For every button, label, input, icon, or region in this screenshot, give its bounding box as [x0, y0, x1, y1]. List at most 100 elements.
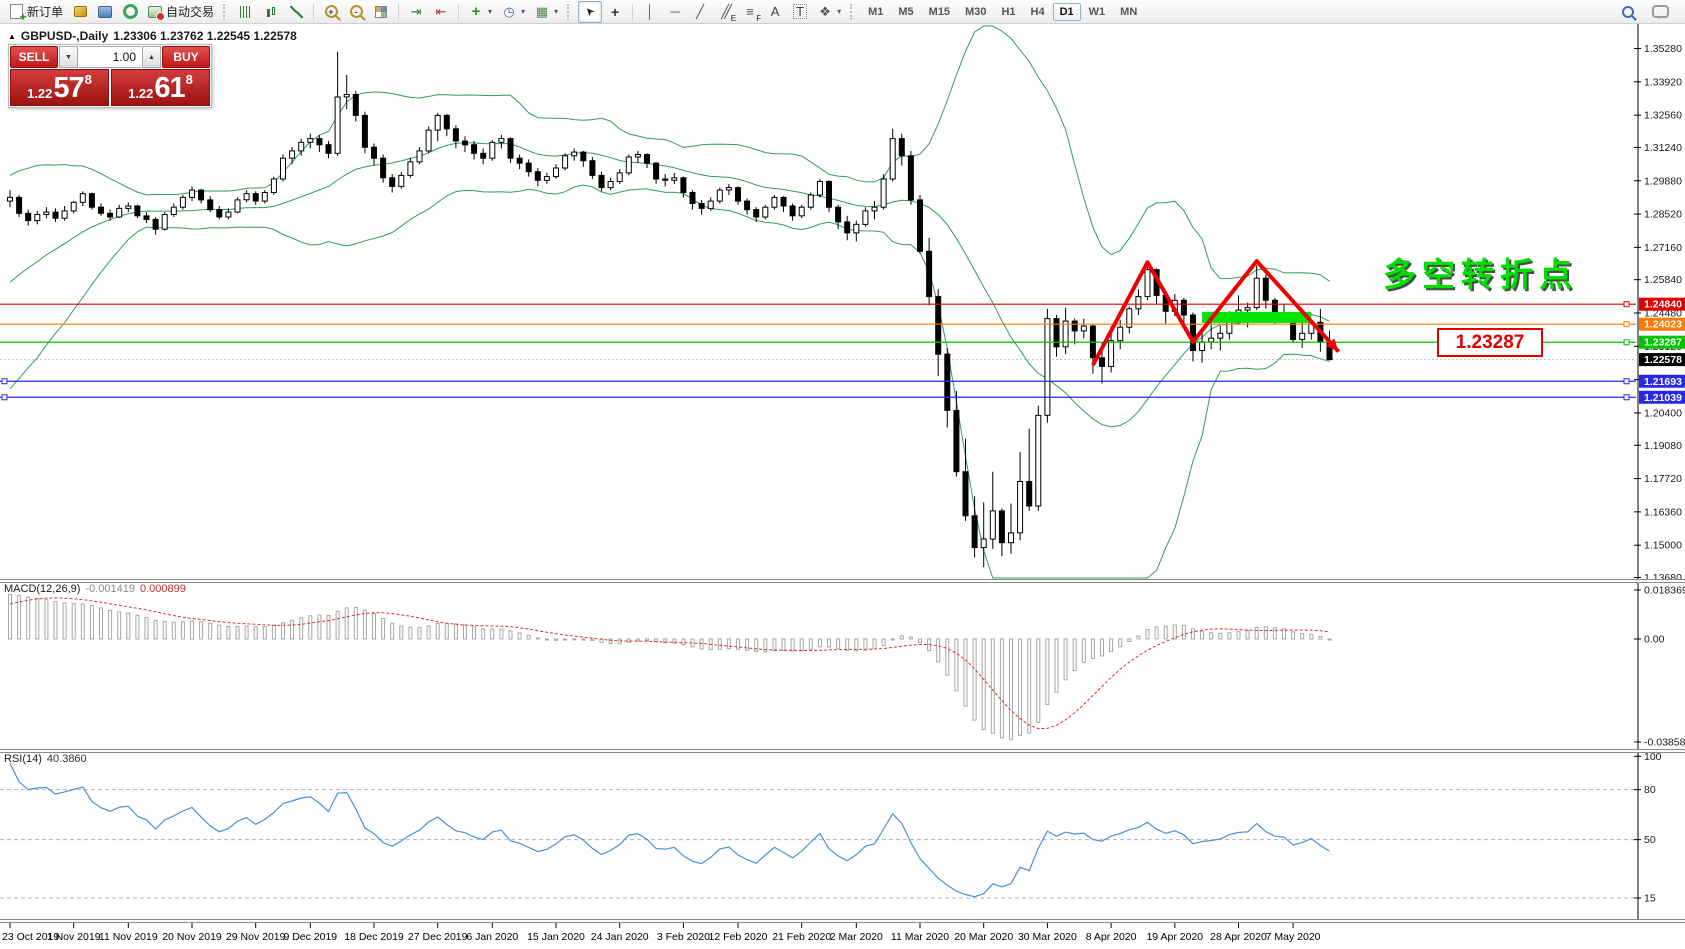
hline-handle[interactable]	[2, 379, 7, 384]
price-tick-label: 1.29880	[1644, 175, 1682, 187]
timeframe-d1[interactable]: D1	[1053, 3, 1081, 21]
collapse-icon[interactable]: ▲	[8, 32, 16, 41]
chart-title: ▲ GBPUSD-,Daily 1.23306 1.23762 1.22545 …	[8, 29, 297, 43]
rsi-tick-label: 15	[1644, 892, 1656, 904]
turning-point-annotation[interactable]: 多空转折点	[1383, 248, 1578, 296]
equidistant-channel-icon: ╱E	[717, 4, 733, 20]
chat-icon[interactable]	[1648, 1, 1673, 23]
hline-handle[interactable]	[1624, 302, 1629, 307]
sell-price-button[interactable]: 1.22 57 8	[10, 69, 109, 106]
price-callout-box[interactable]: 1.23287	[1437, 328, 1543, 357]
price-tag-1.23287-text: 1.23287	[1644, 337, 1682, 349]
horizontal-line-icon: ─	[667, 4, 683, 20]
chevron-down-icon[interactable]: ▾	[554, 7, 558, 16]
macd-signal-line	[10, 598, 1330, 729]
price-tick-label: 1.27160	[1644, 242, 1682, 254]
templates-icon: ▦	[534, 4, 550, 20]
fibonacci-button[interactable]: ≡F	[738, 1, 762, 23]
horizontal-line-button[interactable]: ─	[663, 1, 687, 23]
candlestick-chart-button[interactable]	[259, 1, 283, 23]
date-label: 8 Apr 2020	[1086, 931, 1137, 943]
hline-handle[interactable]	[1624, 395, 1629, 400]
line-chart-button[interactable]	[284, 1, 308, 23]
rsi-pane-splitter[interactable]	[0, 749, 1685, 753]
bar-chart-button[interactable]	[234, 1, 258, 23]
periods-button[interactable]: ◷▾	[497, 1, 529, 23]
text-button[interactable]: A	[763, 1, 787, 23]
crosshair-button[interactable]: +	[603, 1, 627, 23]
fibonacci-icon: ≡F	[742, 4, 758, 20]
macd-tick-label: 0.00	[1644, 634, 1665, 646]
price-tick-label: 1.25840	[1644, 274, 1682, 286]
hline-handle[interactable]	[2, 395, 7, 400]
hline-handle[interactable]	[1624, 322, 1629, 327]
timeframe-m15[interactable]: M15	[922, 3, 957, 21]
price-tick-label: 1.32560	[1644, 110, 1682, 122]
mt4-window: 1.352801.339201.325601.312401.298801.285…	[0, 0, 1685, 949]
chart-shift-button[interactable]: ⇤	[429, 1, 453, 23]
chart-profile-icon[interactable]	[68, 1, 92, 23]
bollinger-bands	[10, 26, 1330, 578]
buy-price-button[interactable]: 1.22 61 8	[111, 69, 210, 106]
new-order-button[interactable]: 新订单	[4, 1, 67, 23]
arrows-icon: ❖	[817, 4, 833, 20]
sell-button[interactable]: SELL	[10, 46, 58, 68]
timeframe-w1[interactable]: W1	[1082, 3, 1113, 21]
tile-windows-button[interactable]	[369, 1, 393, 23]
periods-icon: ◷	[501, 4, 517, 20]
auto-scroll-icon: ⇥	[408, 4, 424, 20]
main-toolbar: 新订单自动交易+-⇥⇤+▾◷▾▦▾➤+│─╱╱E≡FAT❖▾M1M5M15M30…	[0, 0, 1685, 24]
arrows-button[interactable]: ❖▾	[813, 1, 845, 23]
price-tag-1.24840-text: 1.24840	[1644, 299, 1682, 311]
date-label: 21 Feb 2020	[772, 931, 831, 943]
timeframe-m30[interactable]: M30	[958, 3, 993, 21]
search-icon[interactable]	[1618, 1, 1638, 23]
macd-histogram	[9, 595, 1332, 740]
date-label: 27 Dec 2019	[408, 931, 468, 943]
text-label-button[interactable]: T	[788, 1, 812, 23]
trendline-button[interactable]: ╱	[688, 1, 712, 23]
price-tick-label: 1.20400	[1644, 407, 1682, 419]
timeframe-m1[interactable]: M1	[861, 3, 890, 21]
volume-up-stepper[interactable]: ▲	[142, 46, 161, 68]
auto-scroll-button[interactable]: ⇥	[404, 1, 428, 23]
templates-button[interactable]: ▦▾	[530, 1, 562, 23]
hline-handle[interactable]	[1624, 379, 1629, 384]
zoom-out-button[interactable]: -	[344, 1, 368, 23]
date-label: 11 Mar 2020	[891, 931, 949, 943]
timeframe-m5[interactable]: M5	[891, 3, 920, 21]
buy-button[interactable]: BUY	[162, 46, 210, 68]
date-label: 2 Mar 2020	[830, 931, 883, 943]
volume-down-stepper[interactable]: ▼	[59, 46, 78, 68]
chevron-down-icon[interactable]: ▾	[488, 7, 492, 16]
price-chart-svg[interactable]: 1.352801.339201.325601.312401.298801.285…	[0, 0, 1685, 949]
volume-field[interactable]: 1.00	[79, 46, 141, 68]
sell-price-prefix: 1.22	[27, 84, 52, 103]
vertical-line-button[interactable]: │	[638, 1, 662, 23]
macd-pane-splitter[interactable]	[0, 579, 1685, 583]
date-label: 15 Jan 2020	[527, 931, 585, 943]
price-tick-label: 1.17720	[1644, 473, 1682, 485]
timeframe-mn[interactable]: MN	[1113, 3, 1144, 21]
chevron-down-icon[interactable]: ▾	[521, 7, 525, 16]
support-highlight-bar[interactable]	[1202, 312, 1311, 323]
indicators-button[interactable]: +▾	[464, 1, 496, 23]
rsi-tick-label: 50	[1644, 834, 1656, 846]
terminal-icon[interactable]	[93, 1, 117, 23]
ohlc-values: 1.23306 1.23762 1.22545 1.22578	[113, 29, 297, 43]
hline-handle[interactable]	[1624, 340, 1629, 345]
chart-profile-icon-icon	[72, 4, 88, 20]
price-tick-label: 1.33920	[1644, 76, 1682, 88]
zoom-in-button[interactable]: +	[319, 1, 343, 23]
cursor-button[interactable]: ➤	[578, 1, 602, 23]
timeframe-h1[interactable]: H1	[994, 3, 1022, 21]
equidistant-channel-button[interactable]: ╱E	[713, 1, 737, 23]
chart-canvas[interactable]: 1.352801.339201.325601.312401.298801.285…	[0, 0, 1685, 949]
date-label: 30 Mar 2020	[1018, 931, 1077, 943]
date-label: 12 Feb 2020	[709, 931, 768, 943]
chart-shift-icon: ⇤	[433, 4, 449, 20]
timeframe-h4[interactable]: H4	[1024, 3, 1052, 21]
signals-icon[interactable]	[118, 1, 142, 23]
autotrading-button[interactable]: 自动交易	[143, 1, 218, 23]
chevron-down-icon[interactable]: ▾	[837, 7, 841, 16]
